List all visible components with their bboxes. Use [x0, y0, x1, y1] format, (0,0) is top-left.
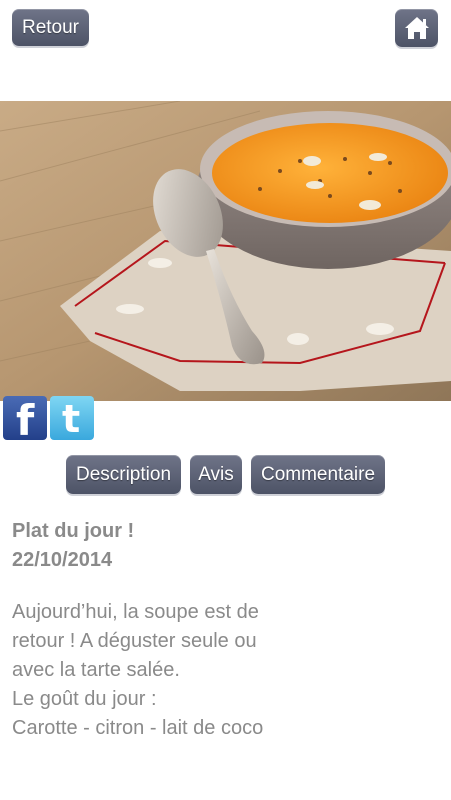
home-button[interactable] — [395, 9, 438, 47]
post-body: Aujourd’hui, la soupe est de retour ! A … — [12, 598, 442, 743]
twitter-glyph: t — [62, 397, 81, 440]
back-button[interactable]: Retour — [12, 9, 89, 46]
tab-description[interactable]: Description — [66, 455, 181, 494]
body-line: retour ! A déguster seule ou — [12, 630, 257, 652]
home-icon — [404, 17, 429, 39]
post-heading: Plat du jour ! 22/10/2014 — [12, 517, 134, 575]
facebook-glyph: f — [16, 396, 35, 440]
tab-avis[interactable]: Avis — [190, 455, 242, 494]
facebook-icon[interactable]: f — [3, 396, 47, 440]
body-line: avec la tarte salée. — [12, 659, 180, 681]
soup-photo — [0, 101, 451, 401]
twitter-icon[interactable]: t — [50, 396, 94, 440]
body-line: Aujourd’hui, la soupe est de — [12, 601, 259, 623]
post-title: Plat du jour ! — [12, 520, 135, 542]
tab-commentaire[interactable]: Commentaire — [251, 455, 385, 494]
body-line: Le goût du jour : — [12, 688, 157, 710]
post-date: 22/10/2014 — [12, 549, 113, 571]
body-line: Carotte - citron - lait de coco — [12, 717, 264, 739]
